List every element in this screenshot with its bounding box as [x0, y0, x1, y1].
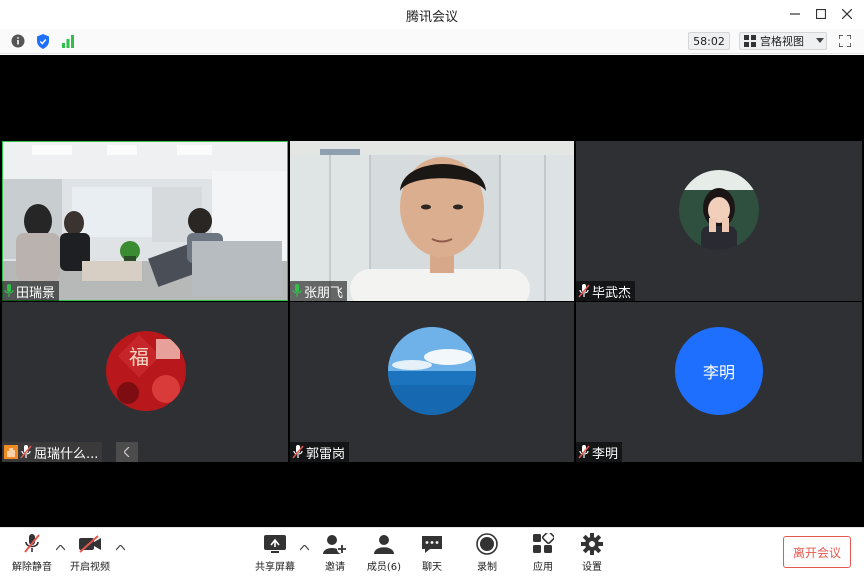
- video-tile-liming[interactable]: 李明 李明: [576, 302, 862, 462]
- avatar-initials: 李明: [675, 327, 763, 415]
- participant-nametag: 张朋飞: [290, 281, 348, 301]
- office-video-feed: [2, 141, 288, 301]
- participant-name: 张朋飞: [304, 285, 344, 301]
- video-tile-quruishenme[interactable]: 福 屈瑞什么...: [2, 302, 288, 462]
- mic-muted-icon: [20, 532, 44, 556]
- share-screen-button[interactable]: 共享屏幕: [247, 532, 303, 574]
- participant-name: 田瑞景: [16, 285, 56, 301]
- chevron-up-icon: [115, 544, 126, 551]
- fullscreen-icon: [839, 35, 851, 47]
- participant-name: 毕武杰: [592, 285, 632, 301]
- unmute-button[interactable]: 解除静音: [4, 532, 60, 574]
- mic-muted-icon: [20, 445, 32, 459]
- participant-name: 屈瑞什么...: [34, 446, 99, 462]
- meeting-timer: 58:02: [688, 32, 730, 50]
- participant-nametag: 田瑞景: [2, 281, 60, 301]
- video-tile-tianruijing[interactable]: 田瑞景: [2, 141, 288, 301]
- maximize-icon: [816, 9, 826, 19]
- window-title: 腾讯会议: [405, 10, 458, 25]
- view-mode-selector[interactable]: 宫格视图: [739, 32, 827, 50]
- meeting-toolbar: 58:02 宫格视图: [0, 29, 864, 54]
- mic-muted-icon: [292, 445, 304, 459]
- video-stage: 田瑞景 张朋飞 毕武杰 福 屈瑞什么... 郭雷岗 李明 李明: [0, 55, 864, 527]
- participant-nametag: 毕武杰: [576, 281, 636, 301]
- maximize-button[interactable]: [809, 4, 833, 24]
- chat-icon: [420, 532, 444, 556]
- mic-muted-icon: [578, 445, 590, 459]
- participant-nametag: 李明: [576, 442, 623, 462]
- raised-hand-icon: [4, 445, 18, 459]
- record-button[interactable]: 录制: [459, 532, 515, 574]
- video-tile-biwujie[interactable]: 毕武杰: [576, 141, 862, 301]
- grid-view-icon: [744, 35, 756, 47]
- invite-button[interactable]: 邀请: [307, 532, 363, 574]
- view-mode-label: 宫格视图: [760, 35, 804, 48]
- webcam-video-feed: [290, 141, 574, 301]
- minimize-button[interactable]: [783, 4, 807, 24]
- gear-icon: [580, 532, 604, 556]
- video-options-caret[interactable]: [115, 544, 126, 554]
- title-bar: 腾讯会议: [0, 0, 864, 29]
- avatar: 福: [106, 331, 186, 411]
- fullscreen-button[interactable]: [835, 32, 855, 50]
- signal-strength-icon[interactable]: [60, 33, 76, 49]
- participant-nametag: 屈瑞什么...: [2, 442, 103, 462]
- mic-on-icon: [4, 284, 14, 297]
- chat-button[interactable]: 聊天: [404, 532, 460, 574]
- members-icon: [372, 532, 396, 556]
- close-icon: [842, 9, 852, 19]
- participant-nametag: 郭雷岗: [290, 442, 350, 462]
- svg-text:福: 福: [129, 345, 149, 369]
- meeting-controls-bar: 解除静音 开启视频 共享屏幕 邀请 成员(6) 聊天 录制 应用 设置 离开会议: [0, 527, 864, 576]
- settings-button[interactable]: 设置: [564, 532, 620, 574]
- avatar: [679, 170, 759, 250]
- minimize-icon: [790, 13, 800, 15]
- collapse-tag-button[interactable]: [116, 442, 138, 462]
- start-video-button[interactable]: 开启视频: [62, 532, 118, 574]
- share-screen-icon: [263, 532, 287, 556]
- video-tile-guoleigang[interactable]: 郭雷岗: [290, 302, 574, 462]
- camera-off-icon: [78, 532, 102, 556]
- mic-on-icon: [292, 284, 302, 297]
- chevron-down-icon: [816, 38, 824, 43]
- participant-name: 郭雷岗: [306, 446, 346, 462]
- apps-button[interactable]: 应用: [515, 532, 571, 574]
- mic-muted-icon: [578, 284, 590, 298]
- participant-name: 李明: [592, 446, 619, 462]
- security-shield-icon[interactable]: [35, 33, 51, 49]
- record-icon: [475, 532, 499, 556]
- invite-user-icon: [323, 532, 347, 556]
- close-button[interactable]: [835, 4, 859, 24]
- apps-icon: [531, 532, 555, 556]
- chevron-left-icon: [124, 447, 130, 457]
- info-icon[interactable]: [10, 33, 26, 49]
- avatar: [388, 327, 476, 415]
- leave-meeting-button[interactable]: 离开会议: [783, 536, 851, 568]
- video-tile-zhangpengfei[interactable]: 张朋飞: [290, 141, 574, 301]
